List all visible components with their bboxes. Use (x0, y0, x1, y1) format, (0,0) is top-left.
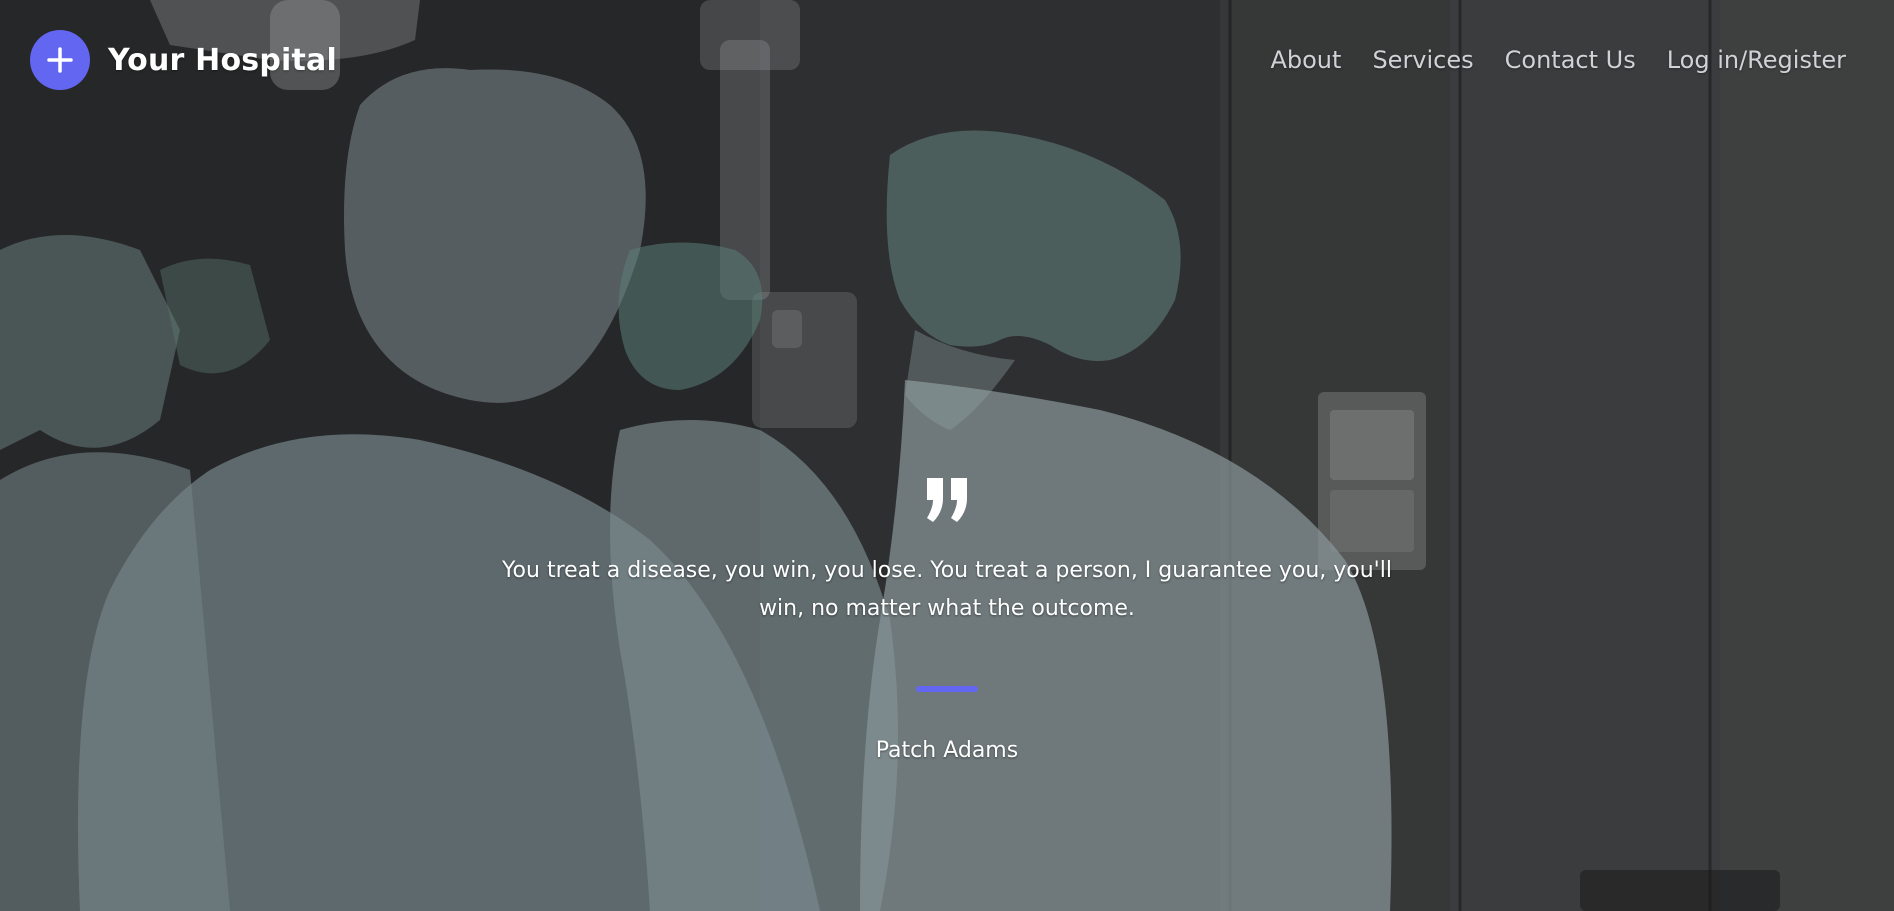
plus-icon (30, 30, 90, 90)
quote-icon (927, 478, 967, 522)
testimonial: You treat a disease, you win, you lose. … (487, 470, 1407, 763)
nav-link-services[interactable]: Services (1372, 46, 1473, 74)
hero-overlay (0, 0, 1894, 911)
testimonial-divider (916, 686, 978, 692)
testimonial-author: Patch Adams (875, 738, 1019, 763)
nav-link-contact[interactable]: Contact Us (1505, 46, 1636, 74)
main-nav: About Services Contact Us Log in/Registe… (1270, 46, 1864, 74)
hero-section: Your Hospital About Services Contact Us … (0, 0, 1894, 911)
nav-link-login-register[interactable]: Log in/Register (1667, 46, 1846, 74)
surgeons-photo (0, 0, 1894, 911)
nav-link-about[interactable]: About (1270, 46, 1341, 74)
brand-home-link[interactable]: Your Hospital (30, 30, 337, 90)
top-navbar: Your Hospital About Services Contact Us … (0, 0, 1894, 120)
brand-title: Your Hospital (108, 42, 337, 78)
testimonial-text: You treat a disease, you win, you lose. … (502, 558, 1392, 621)
